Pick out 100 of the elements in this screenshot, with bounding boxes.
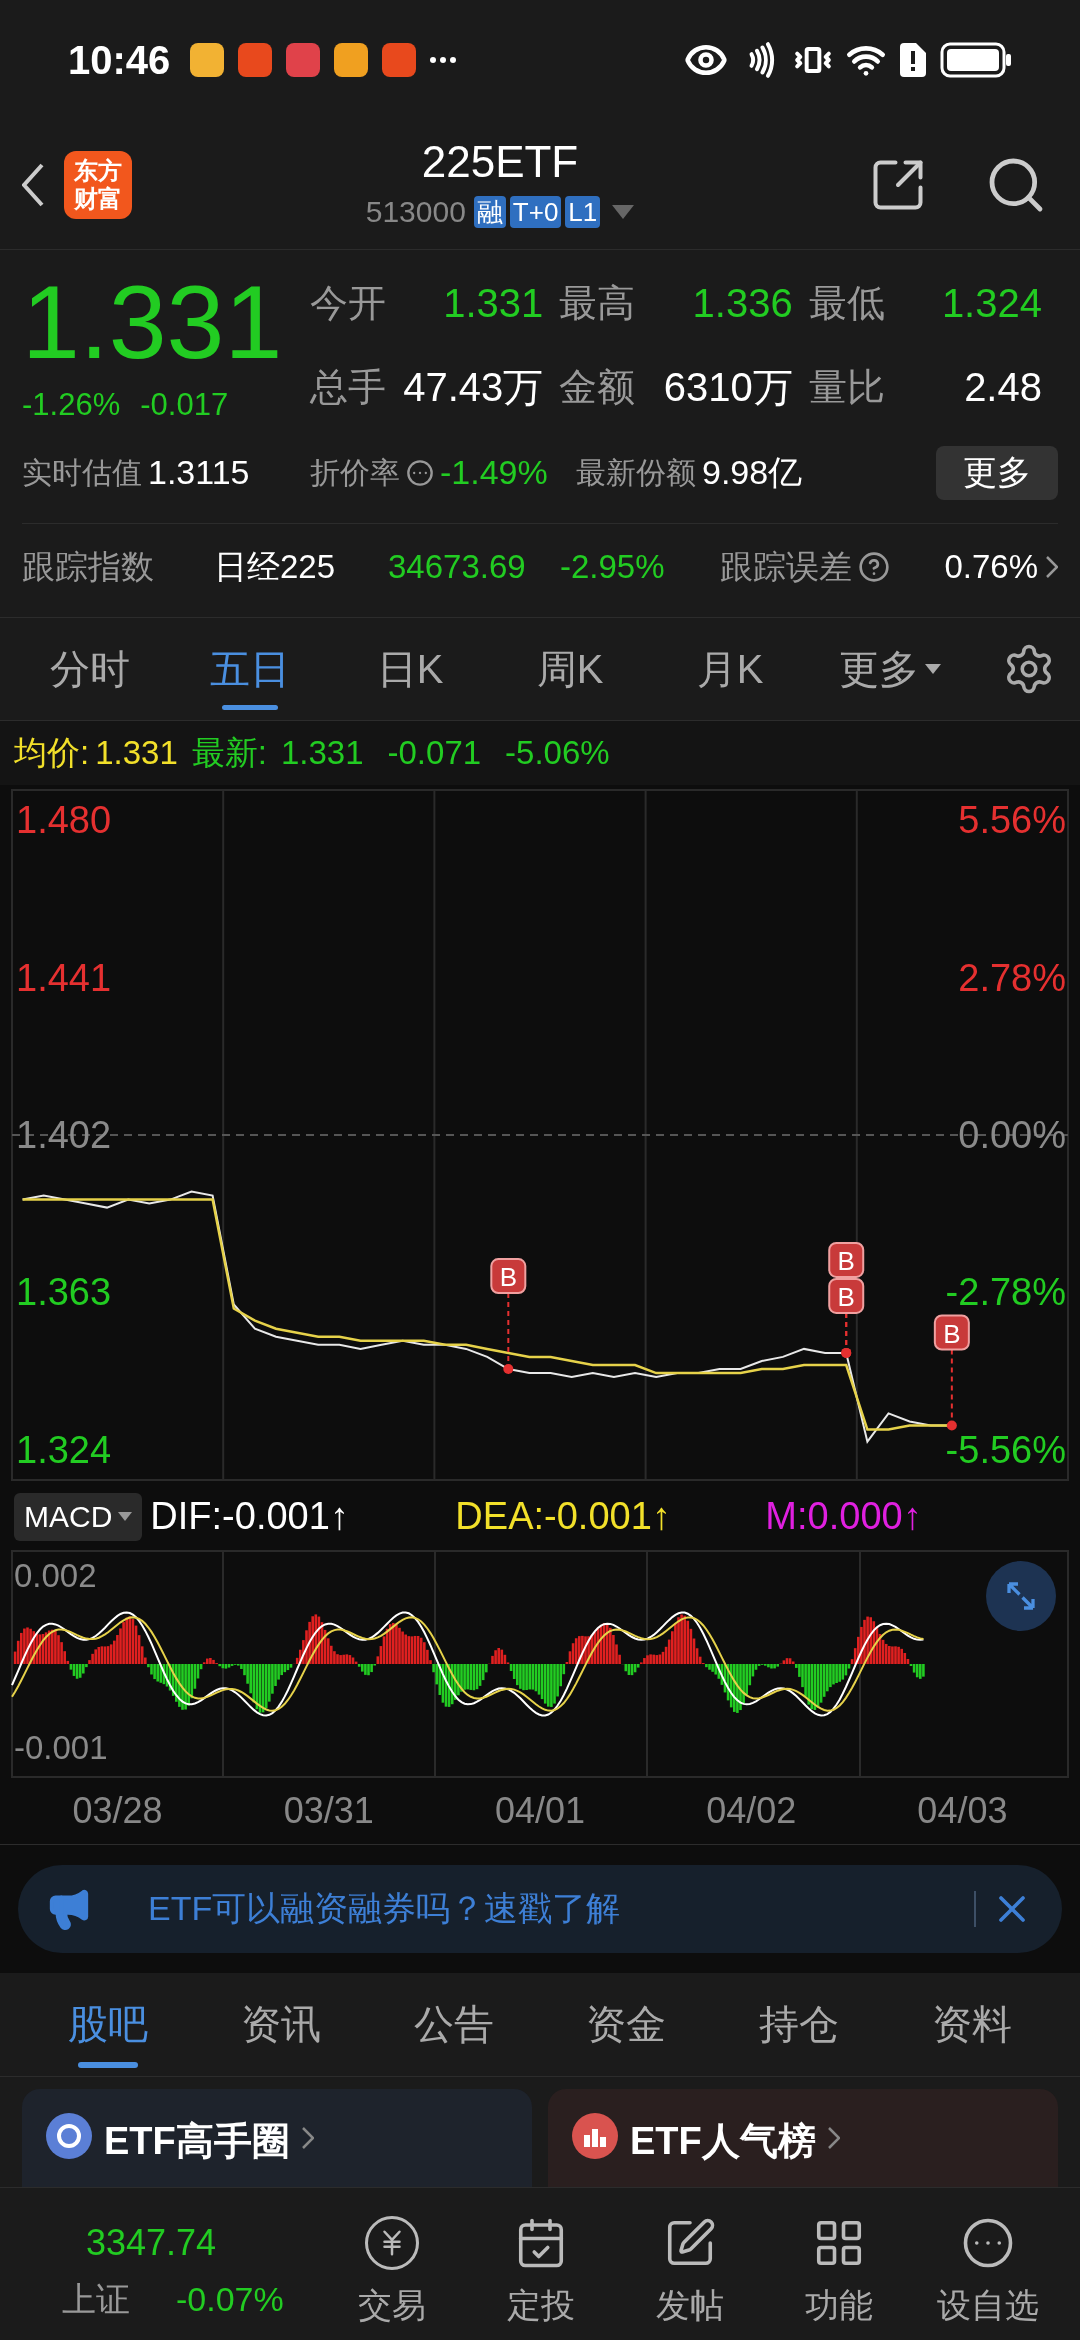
more-notifications-icon: [430, 57, 457, 63]
chart-tab[interactable]: 五日: [170, 617, 330, 720]
section-tab[interactable]: 资金: [540, 1972, 713, 2076]
banner-text: ETF可以融资融券吗？速戳了解: [148, 1888, 621, 1929]
stat-value: 1.324: [941, 280, 1042, 327]
stat-label: 最高: [559, 280, 636, 326]
metric-value: 9.98亿: [702, 452, 803, 493]
card-title: ETF高手圈: [104, 2118, 290, 2164]
price-axis-label: 1.324: [16, 1428, 112, 1471]
macd-axis-label: -0.001: [14, 1728, 108, 1768]
metric-value: -1.49%: [440, 452, 548, 493]
annotation: B: [943, 1318, 961, 1349]
stat-label: 金额: [559, 364, 636, 410]
annotation: B: [837, 1281, 855, 1312]
macd-reading: DIF:-0.001↑: [150, 1494, 350, 1539]
date-label: 04/02: [706, 1789, 797, 1833]
chart-tab[interactable]: 月K: [650, 617, 810, 720]
stat-value: 6310万: [663, 364, 793, 412]
annotation: B: [837, 1245, 855, 1276]
dropdown-icon[interactable]: [612, 204, 635, 219]
date-label: 03/31: [283, 1789, 374, 1833]
tracked-index-change: -2.95%: [560, 547, 666, 588]
section-tab[interactable]: 公告: [367, 1972, 540, 2076]
nav-item[interactable]: 定投: [466, 2215, 616, 2331]
macd-reading: M:0.000↑: [765, 1494, 922, 1539]
fund-title: 225ETF: [421, 136, 579, 188]
change-amount: -0.017: [140, 386, 229, 424]
fund-badge: 融: [473, 195, 506, 228]
section-tab[interactable]: 资料: [885, 1972, 1059, 2076]
stat-value: 2.48: [964, 364, 1042, 412]
fund-badge: L1: [565, 195, 601, 228]
index-change: -0.07%: [176, 2278, 284, 2320]
feature-card[interactable]: ETF人气榜: [548, 2088, 1058, 2187]
chart-tab[interactable]: 日K: [330, 617, 490, 720]
percent-axis-label: 2.78%: [958, 956, 1066, 999]
percent-axis-label: 5.56%: [958, 798, 1066, 841]
tracked-index-name: 日经225: [214, 547, 337, 588]
metric-value: 1.3115: [148, 452, 250, 493]
nav-item[interactable]: 设自选: [913, 2215, 1062, 2331]
index-value: 3347.74: [86, 2220, 218, 2265]
promo-banner[interactable]: ETF可以融资融券吗？速戳了解: [18, 1864, 1062, 1953]
dropdown-icon: [118, 1512, 133, 1521]
chevron-right-icon[interactable]: [1046, 556, 1058, 578]
percent-axis-label: -2.78%: [945, 1270, 1066, 1313]
indicator-selector[interactable]: MACD: [14, 1492, 143, 1541]
latest-percent: -5.06%: [505, 732, 610, 773]
section-tab[interactable]: 资讯: [194, 1972, 368, 2076]
latest-price-value: 1.331: [280, 732, 364, 773]
chart-tab[interactable]: 周K: [490, 617, 650, 720]
fund-code: 513000: [365, 194, 466, 230]
percent-axis-label: 0.00%: [958, 1113, 1066, 1156]
back-button[interactable]: [22, 162, 44, 207]
date-label: 04/03: [917, 1789, 1008, 1833]
index-name: 上证: [62, 2278, 130, 2320]
tracking-error-label: 跟踪误差: [720, 547, 852, 588]
percent-axis-label: -5.56%: [945, 1428, 1066, 1471]
section-tab[interactable]: 持仓: [712, 1972, 886, 2076]
battery-icon: [940, 42, 1012, 78]
stat-label: 今开: [310, 280, 386, 326]
nav-item[interactable]: 交易: [318, 2215, 467, 2331]
chart-tab[interactable]: 更多: [810, 617, 970, 720]
chart-tab[interactable]: 分时: [10, 617, 170, 720]
current-price: 1.331: [22, 272, 284, 372]
chevron-right-icon: [827, 2126, 840, 2149]
price-axis-label: 1.402: [16, 1113, 112, 1156]
logo-text: 东方: [74, 156, 122, 185]
average-price-value: 1.331: [95, 732, 178, 773]
section-tab[interactable]: 股吧: [22, 1972, 195, 2076]
tracked-index-value: 34673.69: [388, 547, 527, 588]
feature-card[interactable]: ETF高手圈: [22, 2088, 532, 2187]
chevron-right-icon: [301, 2126, 314, 2149]
stat-value: 1.331: [443, 280, 544, 327]
date-label: 04/01: [494, 1789, 586, 1833]
nav-item[interactable]: 功能: [764, 2215, 914, 2331]
info-icon[interactable]: [406, 458, 434, 487]
stat-label: 最低: [808, 280, 885, 326]
metric-label: 实时估值: [22, 455, 142, 491]
price-axis-label: 1.441: [16, 956, 112, 999]
average-price-label: 均价:: [14, 732, 90, 773]
stat-value: 1.336: [692, 280, 793, 327]
macd-reading: DEA:-0.001↑: [455, 1494, 672, 1539]
annotation: B: [499, 1261, 517, 1292]
logo-text: 财富: [74, 184, 122, 213]
yen-cycle-icon: [365, 2215, 420, 2270]
metric-label: 最新份额: [576, 455, 696, 491]
help-icon[interactable]: [858, 551, 890, 583]
latest-price-label: 最新:: [191, 732, 267, 773]
nav-item[interactable]: 发帖: [615, 2215, 765, 2331]
tracking-label: 跟踪指数: [22, 547, 155, 588]
latest-change: -0.071: [387, 732, 482, 773]
stat-label: 量比: [808, 364, 885, 410]
change-percent: -1.26%: [22, 386, 121, 424]
podium-icon: [572, 2112, 618, 2159]
tracking-error-value: 0.76%: [944, 547, 1038, 588]
dropdown-icon: [925, 663, 941, 674]
more-button[interactable]: 更多: [936, 445, 1058, 500]
fund-badge: T+0: [509, 195, 562, 228]
macd-axis-label: 0.002: [14, 1555, 97, 1596]
date-label: 03/28: [72, 1789, 163, 1833]
price-axis-label: 1.480: [16, 798, 112, 841]
